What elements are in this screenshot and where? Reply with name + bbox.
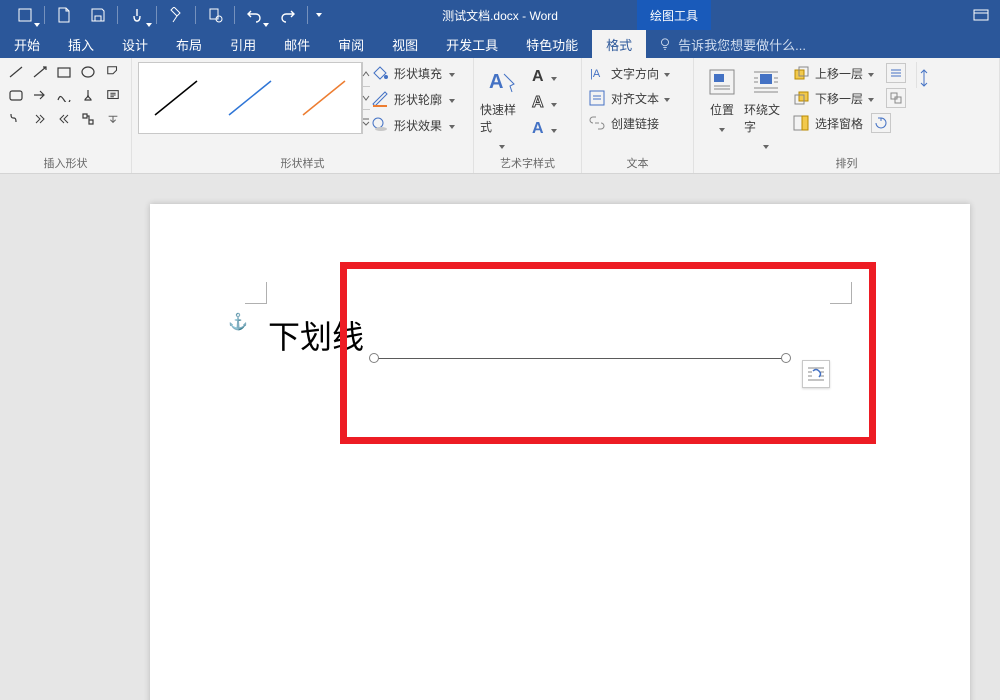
group-text: |A 文字方向 对齐文本 创建链接 文本 <box>582 58 694 173</box>
tab-layout[interactable]: 布局 <box>162 30 216 58</box>
tab-home[interactable]: 开始 <box>0 30 54 58</box>
doc-filename: 测试文档.docx <box>442 9 519 23</box>
align-text-button[interactable]: 对齐文本 <box>588 87 678 109</box>
margin-corner-icon <box>830 282 852 304</box>
selection-pane-icon <box>792 114 810 132</box>
text-direction-button[interactable]: |A 文字方向 <box>588 62 678 84</box>
wrap-text-icon <box>750 66 782 98</box>
effects-icon <box>371 116 389 134</box>
lightbulb-icon <box>658 37 672 51</box>
margin-corner-icon <box>245 282 267 304</box>
shape-effects-button[interactable]: 形状效果 <box>369 114 459 136</box>
shapes-gallery[interactable] <box>6 62 122 128</box>
send-backward-button[interactable]: 下移一层 <box>792 87 910 109</box>
group-label-shape-styles: 形状样式 <box>138 155 467 173</box>
group-label-arrange: 排列 <box>700 155 993 173</box>
create-link-button[interactable]: 创建链接 <box>588 112 678 134</box>
ribbon: 插入形状 形状填充 <box>0 58 1000 174</box>
shape-fill-button[interactable]: 形状填充 <box>369 62 459 84</box>
group-shape-styles: 形状填充 形状轮廓 形状效果 形状样式 <box>132 58 474 173</box>
quick-access-toolbar <box>0 0 328 30</box>
tab-developer[interactable]: 开发工具 <box>432 30 512 58</box>
shape-style-gallery[interactable] <box>138 62 363 134</box>
print-preview-icon[interactable] <box>198 0 232 30</box>
app-name: Word <box>529 9 557 23</box>
quick-styles-button[interactable]: A 快速样式 <box>480 62 524 144</box>
send-backward-icon <box>792 89 810 107</box>
pen-outline-icon <box>371 90 389 108</box>
touch-mode-icon[interactable] <box>120 0 154 30</box>
anchor-icon: ⚓ <box>228 312 248 332</box>
size-height-icon[interactable] <box>918 68 930 88</box>
bring-forward-button[interactable]: 上移一层 <box>792 62 910 84</box>
redo-icon[interactable] <box>271 0 305 30</box>
tab-review[interactable]: 审阅 <box>324 30 378 58</box>
tab-view[interactable]: 视图 <box>378 30 432 58</box>
svg-text:|A: |A <box>590 68 601 80</box>
wrap-text-button[interactable]: 环绕文字 <box>744 62 788 144</box>
resize-handle-left[interactable] <box>369 353 379 363</box>
tab-mailings[interactable]: 邮件 <box>270 30 324 58</box>
text-effects-button[interactable]: A <box>530 118 561 140</box>
undo-icon[interactable] <box>237 0 271 30</box>
text-direction-icon: |A <box>588 64 606 82</box>
group-label-insert-shapes: 插入形状 <box>6 155 125 173</box>
group-objects-icon[interactable] <box>886 88 906 108</box>
qat-customize-icon[interactable] <box>310 0 328 30</box>
paint-bucket-icon <box>371 64 389 82</box>
align-objects-icon[interactable] <box>886 63 906 83</box>
body-text[interactable]: 下划线 <box>268 312 364 358</box>
title-bar: 测试文档.docx - Word 绘图工具 <box>0 0 1000 30</box>
contextual-tab-label: 绘图工具 <box>637 0 711 30</box>
wordart-icon: A <box>486 66 518 98</box>
link-icon <box>588 114 606 132</box>
svg-text:A: A <box>489 71 503 93</box>
ribbon-tabs: 开始 插入 设计 布局 引用 邮件 审阅 视图 开发工具 特色功能 格式 告诉我… <box>0 30 1000 58</box>
edit-shape-icon[interactable] <box>102 62 124 82</box>
group-label-wordart: 艺术字样式 <box>480 155 575 173</box>
group-label-text: 文本 <box>588 155 687 173</box>
group-wordart-styles: A 快速样式 A A A 艺术字样式 <box>474 58 582 173</box>
text-box-icon[interactable] <box>102 85 124 105</box>
app-menu-button[interactable] <box>8 0 42 30</box>
tell-me-placeholder: 告诉我您想要做什么... <box>678 35 806 54</box>
layout-options-button[interactable] <box>802 360 830 388</box>
position-button[interactable]: 位置 <box>700 62 744 127</box>
tab-references[interactable]: 引用 <box>216 30 270 58</box>
tab-design[interactable]: 设计 <box>108 30 162 58</box>
annotation-highlight-box <box>340 262 876 444</box>
document-area[interactable]: ⚓ 下划线 <box>0 174 1000 700</box>
shape-outline-button[interactable]: 形状轮廓 <box>369 88 459 110</box>
bring-forward-icon <box>792 64 810 82</box>
text-outline-button[interactable]: A <box>530 92 561 114</box>
text-fill-button[interactable]: A <box>530 66 561 88</box>
selection-pane-button[interactable]: 选择窗格 <box>792 112 910 134</box>
group-insert-shapes: 插入形状 <box>0 58 132 173</box>
resize-handle-right[interactable] <box>781 353 791 363</box>
align-text-icon <box>588 89 606 107</box>
shapes-more-icon[interactable] <box>102 108 124 128</box>
ribbon-display-options-icon[interactable] <box>966 0 996 30</box>
tab-insert[interactable]: 插入 <box>54 30 108 58</box>
line-shape[interactable] <box>374 358 786 360</box>
page[interactable]: ⚓ 下划线 <box>150 204 970 700</box>
new-file-icon[interactable] <box>47 0 81 30</box>
tab-format[interactable]: 格式 <box>592 30 646 58</box>
format-painter-icon[interactable] <box>159 0 193 30</box>
group-arrange: 位置 环绕文字 上移一层 下移一层 选择窗格 <box>694 58 1000 173</box>
tell-me-search[interactable]: 告诉我您想要做什么... <box>646 30 1000 58</box>
save-icon[interactable] <box>81 0 115 30</box>
tab-special[interactable]: 特色功能 <box>512 30 592 58</box>
rotate-icon[interactable] <box>871 113 891 133</box>
position-icon <box>706 66 738 98</box>
